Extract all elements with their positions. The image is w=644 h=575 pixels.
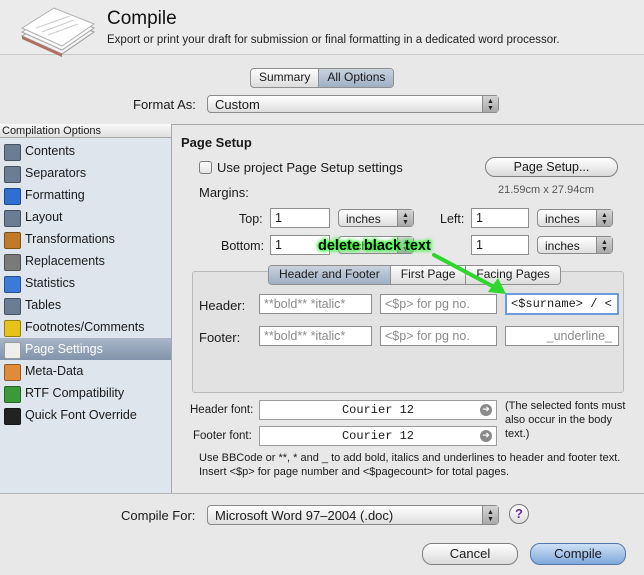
footer-center-field[interactable]: <$p> for pg no. <box>380 326 497 346</box>
right-margin-unit-popup[interactable]: inches ▲ ▼ <box>537 236 613 254</box>
document-stack-icon <box>20 7 96 57</box>
annotation-label: delete black text <box>318 238 431 254</box>
sidebar-item-transformations[interactable]: Transformations <box>0 228 171 250</box>
sidebar-item-footnotes[interactable]: Footnotes/Comments <box>0 316 171 338</box>
right-margin-unit: inches <box>545 239 580 253</box>
font-override-icon <box>4 408 21 425</box>
sidebar-item-meta-data[interactable]: Meta-Data <box>0 360 171 382</box>
bottom-separator <box>0 493 644 494</box>
margins-label: Margins: <box>199 185 249 200</box>
header-font-field[interactable]: Courier 12 ➜ <box>259 400 497 420</box>
sidebar-item-label: Page Settings <box>25 342 103 356</box>
footer-font-label: Footer font: <box>193 430 252 442</box>
top-margin-unit: inches <box>346 212 381 226</box>
sidebar-item-label: Statistics <box>25 276 76 290</box>
use-project-page-setup-checkbox[interactable] <box>199 161 212 174</box>
bbcode-help-text: Use BBCode or **, * and _ to add bold, i… <box>199 452 621 478</box>
view-toggle: Summary All Options <box>250 68 395 88</box>
summary-tab[interactable]: Summary <box>251 69 318 87</box>
sidebar-item-font-override[interactable]: Quick Font Override <box>0 404 171 426</box>
rtf-compatibility-icon <box>4 386 21 403</box>
help-button[interactable]: ? <box>509 504 529 524</box>
meta-data-icon <box>4 364 21 381</box>
all-options-tab[interactable]: All Options <box>318 69 394 87</box>
footer-right-field[interactable]: _underline_ <box>505 326 619 346</box>
tab-header-and-footer[interactable]: Header and Footer <box>269 266 390 284</box>
bottom-margin-label: Bottom: <box>221 239 265 253</box>
footer-font-value: Courier 12 <box>341 429 414 443</box>
sidebar-item-tables[interactable]: Tables <box>0 294 171 316</box>
tables-icon <box>4 298 21 315</box>
popup-arrows-icon: ▲ ▼ <box>482 96 498 112</box>
sidebar-item-layout[interactable]: Layout <box>0 206 171 228</box>
footnotes-icon <box>4 320 21 337</box>
layout-icon <box>4 210 21 227</box>
sidebar-item-label: Replacements <box>25 254 105 268</box>
sidebar-item-label: Meta-Data <box>25 364 84 378</box>
format-as-popup[interactable]: Custom ▲ ▼ <box>207 95 499 113</box>
replacements-icon <box>4 254 21 271</box>
paper-size-text: 21.59cm x 27.94cm <box>498 184 594 196</box>
dialog-title: Compile <box>107 8 177 29</box>
transformations-icon <box>4 232 21 249</box>
sidebar-item-page-settings[interactable]: Page Settings <box>0 338 171 360</box>
header-label: Header: <box>199 298 246 313</box>
page-settings-icon <box>4 342 21 359</box>
footer-left-field[interactable]: **bold** *italic* <box>259 326 372 346</box>
left-margin-unit: inches <box>545 212 580 226</box>
sidebar-item-label: Tables <box>25 298 62 312</box>
sidebar-header: Compilation Options <box>0 124 171 138</box>
top-margin-label: Top: <box>239 212 263 226</box>
dialog-subtitle: Export or print your draft for submissio… <box>107 34 560 46</box>
popup-arrows-icon: ▲ ▼ <box>482 506 498 524</box>
left-margin-field[interactable]: 1 <box>471 208 529 228</box>
top-margin-field[interactable]: 1 <box>270 208 330 228</box>
left-margin-unit-popup[interactable]: inches ▲ ▼ <box>537 209 613 227</box>
footer-label: Footer: <box>199 330 241 345</box>
page-setup-button[interactable]: Page Setup... <box>485 157 618 177</box>
statistics-icon <box>4 276 21 293</box>
sidebar-item-statistics[interactable]: Statistics <box>0 272 171 294</box>
arrow-right-icon[interactable]: ➜ <box>480 404 492 416</box>
formatting-icon <box>4 188 21 205</box>
header-footer-tabs: Header and Footer First Page Facing Page… <box>268 265 561 285</box>
top-margin-unit-popup[interactable]: inches ▲ ▼ <box>338 209 414 227</box>
sidebar-item-label: Layout <box>25 210 63 224</box>
header-right-field[interactable]: <$surname> / < <box>505 293 619 315</box>
cancel-button[interactable]: Cancel <box>422 543 518 565</box>
annotation-arrow-icon <box>432 253 506 294</box>
popup-arrows-icon: ▲ ▼ <box>596 237 612 253</box>
format-as-value: Custom <box>215 97 260 112</box>
compile-for-label: Compile For: <box>121 508 196 523</box>
sidebar-item-label: RTF Compatibility <box>25 386 125 400</box>
popup-arrows-icon: ▲ ▼ <box>596 210 612 226</box>
page-setup-title: Page Setup <box>181 135 252 150</box>
font-note: (The selected fonts must also occur in t… <box>505 400 626 440</box>
separators-icon <box>4 166 21 183</box>
sidebar-item-formatting[interactable]: Formatting <box>0 184 171 206</box>
popup-arrows-icon: ▲ ▼ <box>397 210 413 226</box>
compile-for-popup[interactable]: Microsoft Word 97–2004 (.doc) ▲ ▼ <box>207 505 499 525</box>
footer-font-field[interactable]: Courier 12 ➜ <box>259 426 497 446</box>
sidebar-item-label: Separators <box>25 166 87 180</box>
compile-for-value: Microsoft Word 97–2004 (.doc) <box>215 508 394 523</box>
sidebar-item-separators[interactable]: Separators <box>0 162 171 184</box>
contents-icon <box>4 144 21 161</box>
sidebar-item-label: Quick Font Override <box>25 408 137 422</box>
sidebar-item-label: Contents <box>25 144 76 158</box>
arrow-right-icon[interactable]: ➜ <box>480 430 492 442</box>
header-left-field[interactable]: **bold** *italic* <box>259 294 372 314</box>
header-font-label: Header font: <box>190 404 254 416</box>
sidebar-item-label: Footnotes/Comments <box>25 320 145 334</box>
sidebar-item-rtf-compatibility[interactable]: RTF Compatibility <box>0 382 171 404</box>
sidebar-item-replacements[interactable]: Replacements <box>0 250 171 272</box>
header-font-value: Courier 12 <box>341 403 414 417</box>
sidebar-item-label: Formatting <box>25 188 85 202</box>
format-as-label: Format As: <box>133 97 196 112</box>
left-margin-label: Left: <box>440 212 465 226</box>
sidebar-item-contents[interactable]: Contents <box>0 140 171 162</box>
use-project-page-setup-label: Use project Page Setup settings <box>217 160 403 175</box>
compile-button[interactable]: Compile <box>530 543 626 565</box>
sidebar-item-label: Transformations <box>25 232 115 246</box>
